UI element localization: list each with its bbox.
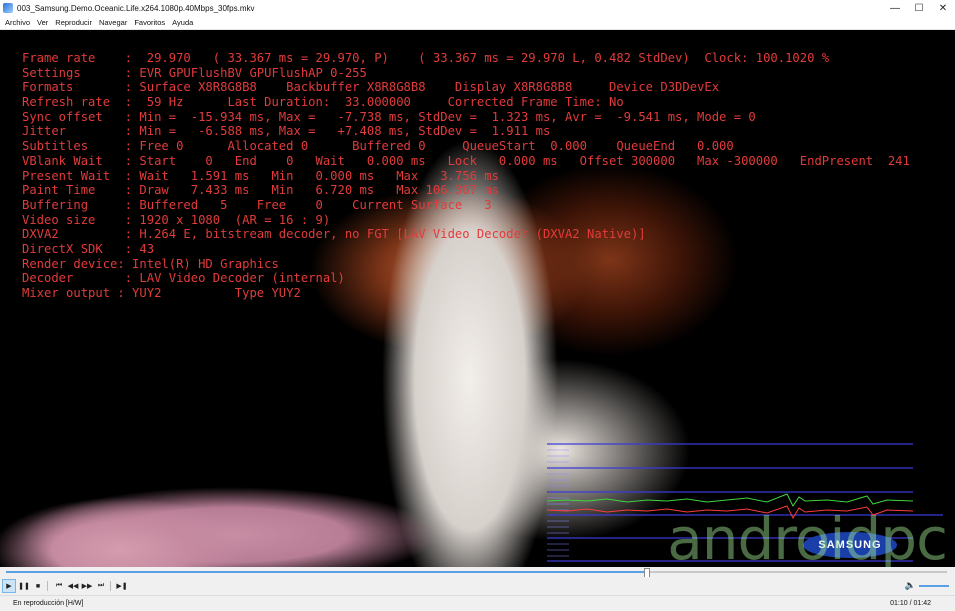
osd-line: Jitter : Min = -6.588 ms, Max = +7.408 m… [22,124,551,139]
osd-line: Buffering : Buffered 5 Free 0 Current Su… [22,197,492,212]
osd-line: Paint Time : Draw 7.433 ms Min 6.720 ms … [22,183,499,198]
status-bar: En reproducción [H/W] 01:10 / 01:42 [0,595,955,611]
seek-bar[interactable] [0,567,955,578]
osd-line: Frame rate : 29.970 ( 33.367 ms = 29.970… [22,51,830,65]
forward-button[interactable]: ▶▶ [81,580,93,592]
playback-status: En reproducción [H/W] [13,600,84,607]
window-controls: — ☐ ✕ [883,0,955,16]
frame-step-button[interactable]: ▶❚ [116,580,128,592]
osd-line: Subtitles : Free 0 Allocated 0 Buffered … [22,139,734,154]
menu-navegar[interactable]: Navegar [99,18,127,27]
volume-control[interactable]: 🔈 [905,580,949,591]
next-button[interactable]: ⏭ [95,580,107,592]
osd-line: Present Wait : Wait 1.591 ms Min 0.000 m… [22,168,499,183]
volume-slider[interactable] [919,584,949,587]
menu-ver[interactable]: Ver [37,18,48,27]
renderer-stats-osd: Frame rate : 29.970 ( 33.367 ms = 29.970… [22,51,910,301]
close-button[interactable]: ✕ [931,0,955,16]
previous-button[interactable]: ⏮ [53,580,65,592]
osd-line: DirectX SDK : 43 [22,241,155,256]
androidpc-watermark: androidpc [667,505,948,567]
menu-bar: Archivo Ver Reproducir Navegar Favoritos… [0,16,955,30]
video-area[interactable]: Frame rate : 29.970 ( 33.367 ms = 29.970… [0,30,955,567]
seek-track[interactable] [6,568,947,578]
osd-line: DXVA2 : H.264 E, bitstream decoder, no F… [22,227,646,242]
minimize-button[interactable]: — [883,0,907,16]
volume-level [919,584,949,587]
maximize-button[interactable]: ☐ [907,0,931,16]
graph-ticks [547,449,569,557]
osd-line: Refresh rate : 59 Hz Last Duration: 33.0… [22,95,624,110]
toolbar-separator [47,581,48,591]
rewind-button[interactable]: ◀◀ [67,580,79,592]
window-title: 003_Samsung.Demo.Oceanic.Life.x264.1080p… [17,3,255,13]
app-icon [3,3,13,13]
seek-progress [6,571,646,573]
osd-line: VBlank Wait : Start 0 End 0 Wait 0.000 m… [22,153,910,168]
stop-button[interactable]: ■ [32,580,44,592]
osd-line: Render device: Intel(R) HD Graphics [22,256,279,271]
playback-controls: ▶ ❚❚ ■ ⏮ ◀◀ ▶▶ ⏭ ▶❚ 🔈 [0,577,955,595]
osd-line: Settings : EVR GPUFlushBV GPUFlushAP 0-2… [22,65,367,80]
time-display: 01:10 / 01:42 [890,600,931,607]
osd-line: Decoder : LAV Video Decoder (internal) [22,271,345,286]
menu-ayuda[interactable]: Ayuda [172,18,193,27]
toolbar-separator [110,581,111,591]
osd-line: Video size : 1920 x 1080 (AR = 16 : 9) [22,212,331,227]
osd-line: Formats : Surface X8R8G8B8 Backbuffer X8… [22,80,720,95]
menu-reproducir[interactable]: Reproducir [55,18,92,27]
title-bar: 003_Samsung.Demo.Oceanic.Life.x264.1080p… [0,0,955,16]
pause-button[interactable]: ❚❚ [18,580,30,592]
osd-line: Mixer output : YUY2 Type YUY2 [22,286,301,300]
speaker-icon[interactable]: 🔈 [905,580,916,591]
menu-favoritos[interactable]: Favoritos [134,18,165,27]
menu-archivo[interactable]: Archivo [5,18,30,27]
play-button[interactable]: ▶ [2,579,16,593]
osd-line: Sync offset : Min = -15.934 ms, Max = -7… [22,109,756,124]
